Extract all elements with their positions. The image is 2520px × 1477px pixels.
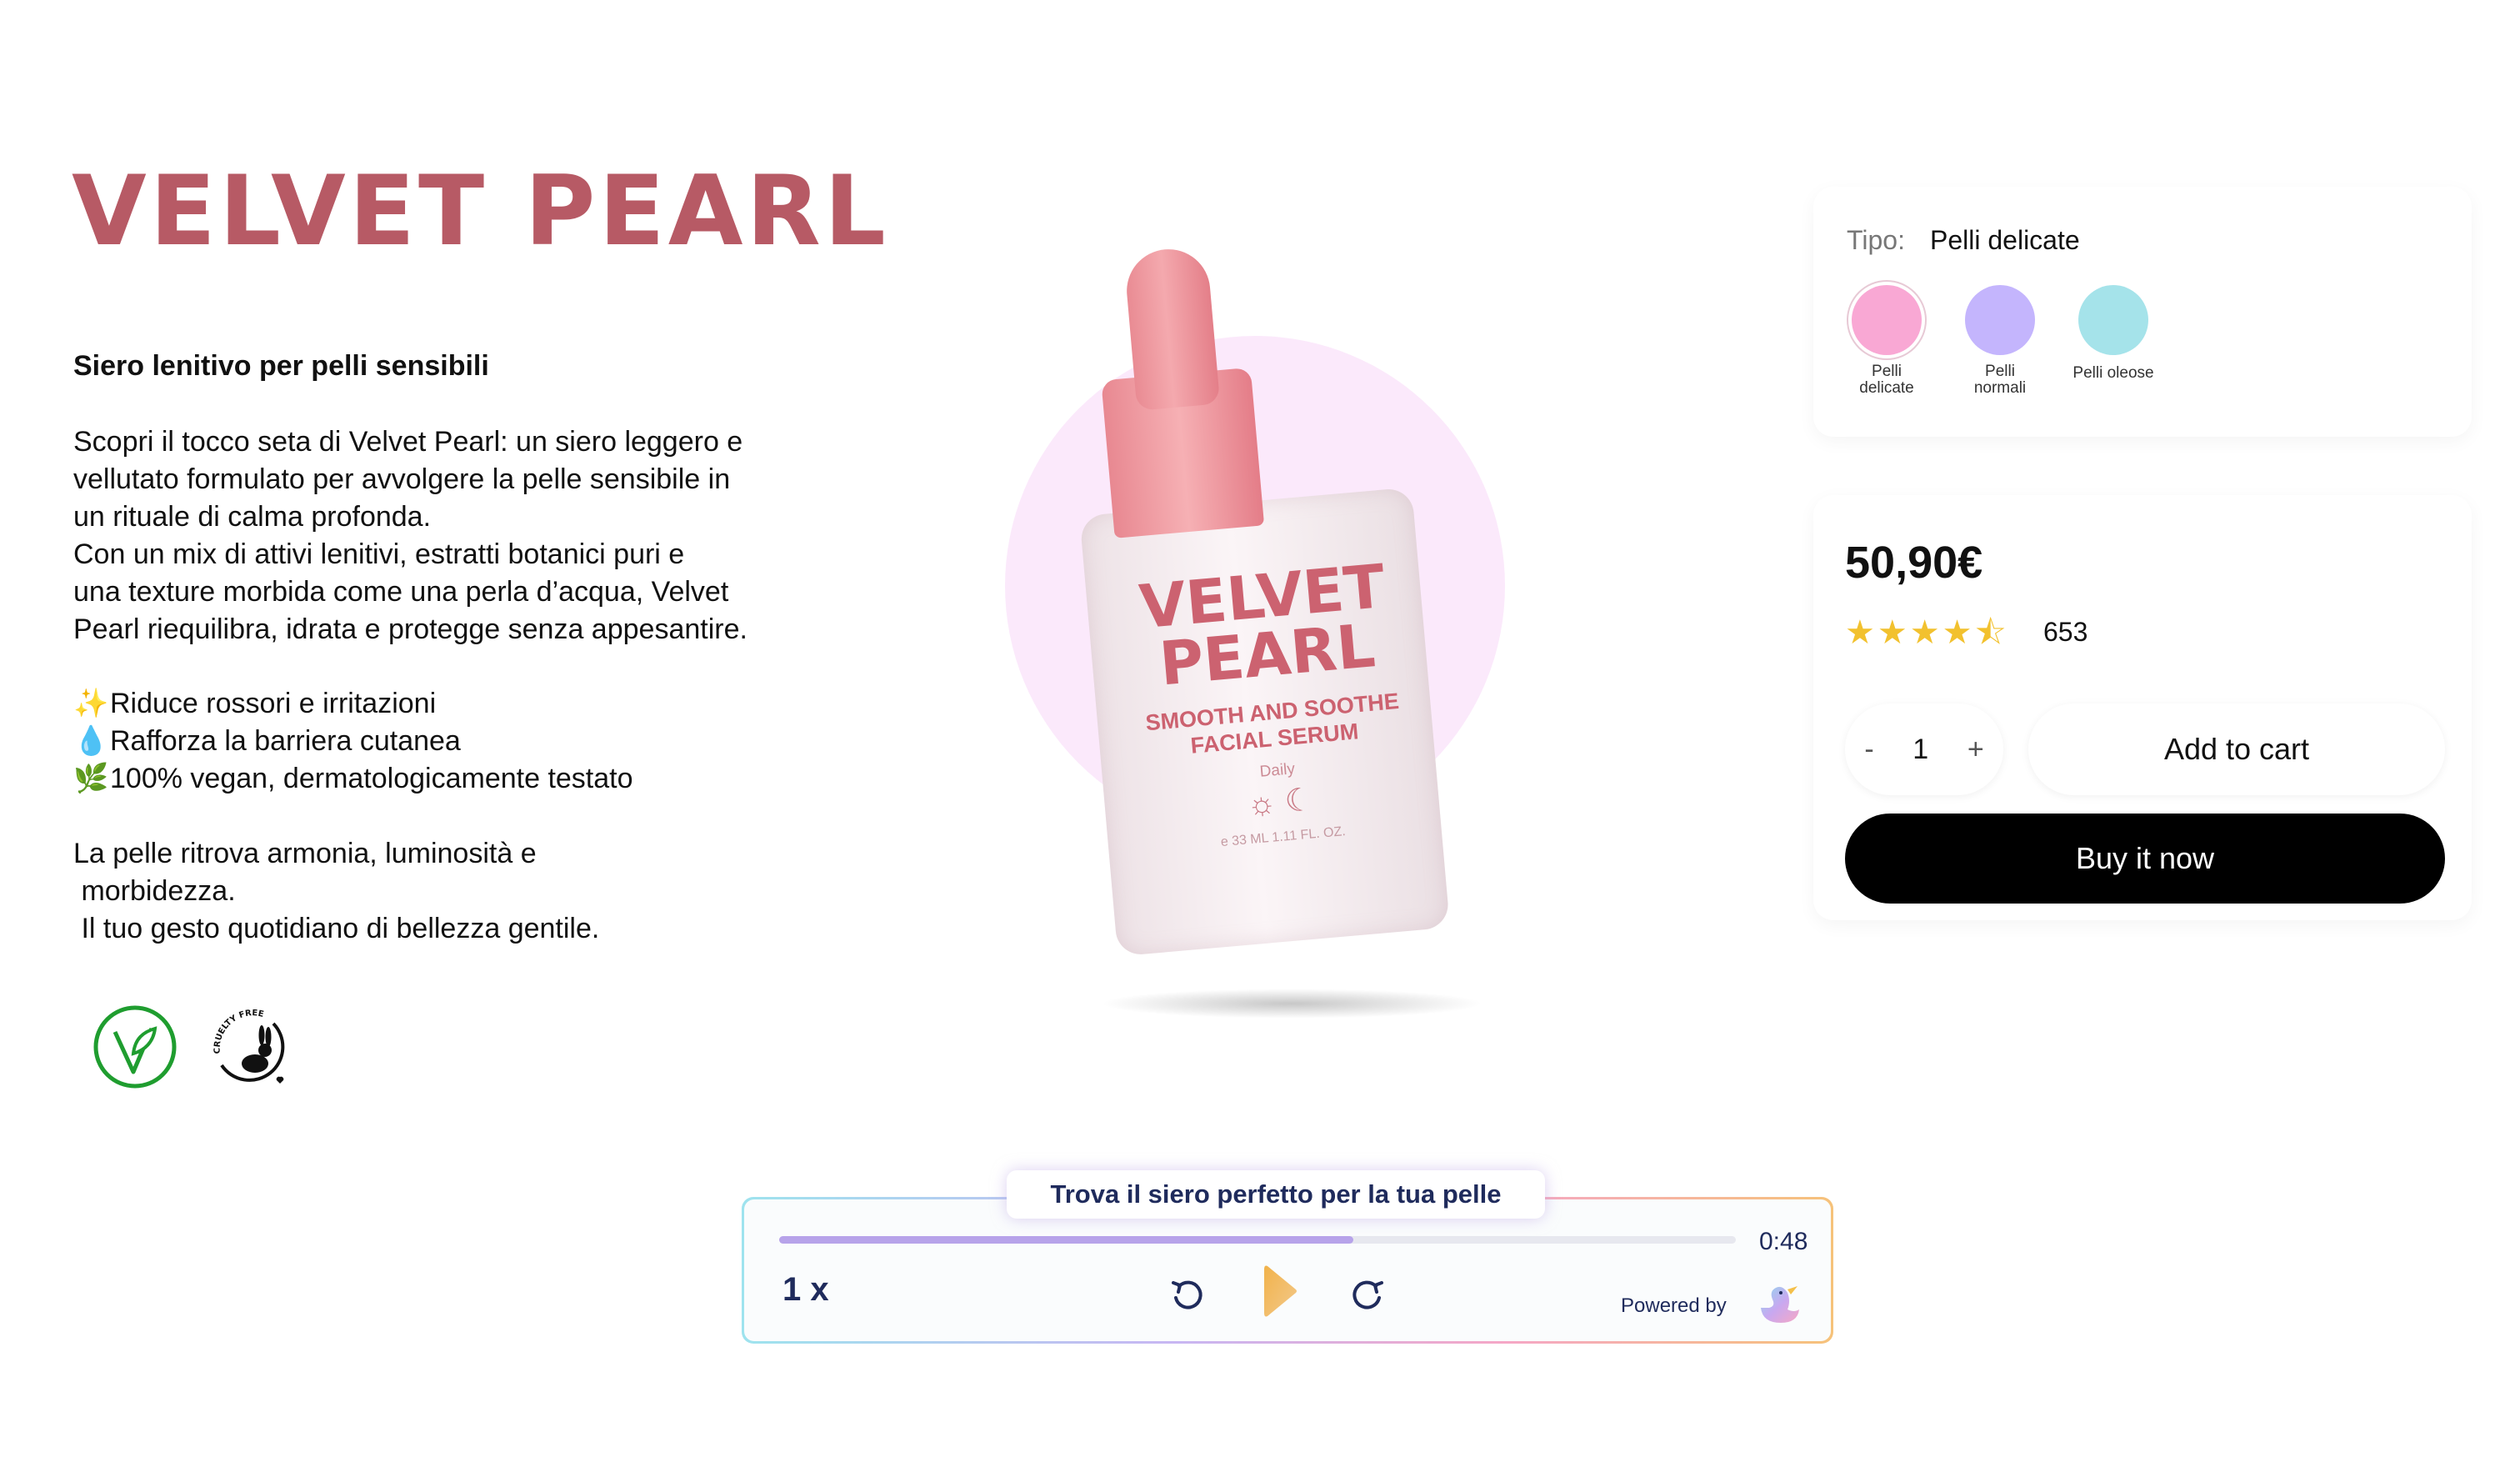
benefit-text: Riduce rossori e irritazioni	[110, 688, 437, 719]
swatch-label: Pelli oleose	[2059, 365, 2168, 382]
time-remaining: 0:48	[1759, 1228, 1808, 1255]
droplet-icon: 💧	[73, 725, 109, 757]
product-intro: Scopri il tocco seta di Velvet Pearl: un…	[73, 423, 807, 648]
closing-line: Il tuo gesto quotidiano di bellezza gent…	[73, 913, 600, 944]
swatch-label: Pelli delicate	[1832, 363, 1941, 397]
closing-text: La pelle ritrova armonia, luminosità e m…	[73, 835, 807, 948]
sparkles-icon: ✨	[73, 688, 109, 719]
swatch-pelli-oleose[interactable]	[2078, 285, 2148, 355]
star-rating-icon: ★★★★⯪	[1845, 614, 2009, 651]
cruelty-free-text: CRUELTY FREE	[212, 1009, 264, 1054]
swatch-label-line: normali	[1973, 379, 2027, 397]
leaf-icon: 🌿	[73, 763, 109, 794]
product-title: VELVET PEARL	[72, 155, 889, 268]
variant-label: Tipo:	[1847, 225, 1905, 255]
quantity-stepper: - 1 +	[1845, 703, 2003, 795]
duck-logo-icon[interactable]	[1754, 1279, 1806, 1328]
qty-increment-button[interactable]: +	[1968, 733, 1984, 766]
variant-selected-value: Pelli delicate	[1930, 225, 2080, 255]
player-title: Trova il siero perfetto per la tua pelle	[1007, 1170, 1545, 1219]
intro-line: Con un mix di attivi lenitivi, estratti …	[73, 538, 685, 570]
swatch-label: Pelli normali	[1946, 363, 2054, 397]
svg-text:CRUELTY FREE: CRUELTY FREE	[212, 1009, 264, 1054]
benefit-text: 100% vegan, dermatologicamente testato	[110, 763, 633, 794]
audio-player: 0:48 1 x Powered by	[742, 1197, 1833, 1344]
price: 50,90€	[1845, 538, 1983, 588]
add-to-cart-button[interactable]: Add to cart	[2028, 703, 2445, 795]
product-shadow	[1100, 989, 1483, 1019]
buy-now-button[interactable]: Buy it now	[1845, 814, 2445, 904]
closing-line: morbidezza.	[73, 875, 236, 907]
rewind-icon[interactable]	[1166, 1273, 1209, 1316]
benefit-item: 💧 Rafforza la barriera cutanea	[73, 723, 807, 760]
progress-fill	[779, 1236, 1353, 1244]
cruelty-free-rabbit-icon: CRUELTY FREE	[207, 1004, 293, 1090]
benefit-item: 🌿 100% vegan, dermatologicamente testato	[73, 760, 807, 798]
swatch-label-line: Pelli	[1985, 363, 2015, 380]
audio-player-body: 0:48 1 x Powered by	[744, 1199, 1831, 1341]
progress-track[interactable]	[779, 1236, 1736, 1244]
forward-icon[interactable]	[1346, 1273, 1389, 1316]
play-icon[interactable]	[1256, 1261, 1306, 1321]
swatch-label-line: Pelli oleose	[2072, 364, 2154, 382]
intro-line: una texture morbida come una perla d’acq…	[73, 576, 729, 608]
swatch-label-line: Pelli	[1872, 363, 1902, 380]
intro-line: Scopri il tocco seta di Velvet Pearl: un…	[73, 426, 743, 458]
swatch-pelli-normali[interactable]	[1965, 285, 2035, 355]
intro-line: un rituale di calma profonda.	[73, 501, 432, 533]
benefit-text: Rafforza la barriera cutanea	[110, 725, 461, 757]
benefit-list: ✨ Riduce rossori e irritazioni 💧 Rafforz…	[73, 685, 807, 798]
product-image: VELVET PEARL SMOOTH AND SOOTHE FACIAL SE…	[1057, 228, 1468, 973]
purchase-panel: 50,90€ ★★★★⯪ 653 - 1 + Add to cart Buy i…	[1813, 495, 2472, 920]
qty-value[interactable]: 1	[1912, 733, 1928, 766]
bottle-label-brand: VELVET PEARL	[1127, 551, 1402, 699]
variant-panel: Tipo: Pelli delicate Pelli delicate Pell…	[1813, 187, 2472, 437]
intro-line: vellutato formulato per avvolgere la pel…	[73, 463, 731, 495]
benefit-item: ✨ Riduce rossori e irritazioni	[73, 685, 807, 723]
powered-by-label: Powered by	[1621, 1294, 1727, 1317]
swatch-label-line: delicate	[1859, 379, 1914, 397]
review-count[interactable]: 653	[2043, 617, 2088, 648]
swatch-pelli-delicate[interactable]	[1852, 285, 1922, 355]
qty-decrement-button[interactable]: -	[1864, 733, 1873, 766]
vegan-v-leaf-icon	[92, 1004, 178, 1090]
playback-speed-button[interactable]: 1 x	[782, 1271, 829, 1309]
closing-line: La pelle ritrova armonia, luminosità e	[73, 838, 537, 869]
pipette-bulb	[1123, 245, 1221, 411]
product-subtitle: Siero lenitivo per pelli sensibili	[73, 350, 489, 382]
intro-line: Pearl riequilibra, idrata e protegge sen…	[73, 613, 748, 645]
